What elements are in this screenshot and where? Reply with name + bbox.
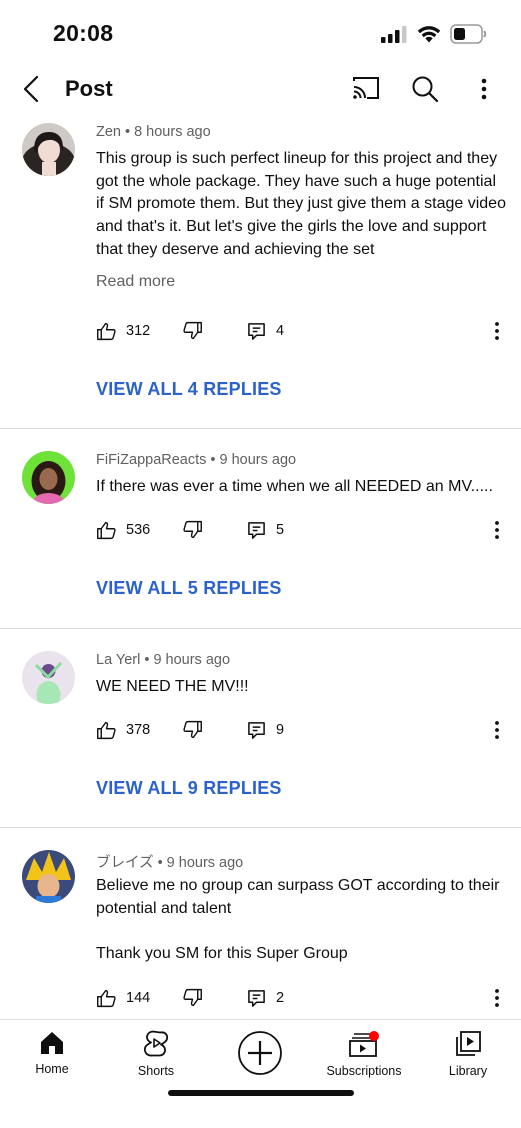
comment-meta: Zen • 8 hours ago: [96, 124, 211, 140]
read-more-link[interactable]: Read more: [96, 273, 175, 291]
reply-button[interactable]: 9: [247, 715, 284, 745]
create-plus-icon: [238, 1031, 282, 1075]
comment-actions: 312 4: [0, 316, 521, 346]
comment-author[interactable]: ブレイズ: [96, 855, 154, 871]
nav-home[interactable]: Home: [2, 1030, 102, 1090]
avatar[interactable]: [22, 123, 75, 176]
reply-comment-icon: [248, 322, 265, 340]
reply-comment-icon: [248, 721, 265, 739]
comment-text: This group is such perfect lineup for th…: [96, 150, 506, 258]
nav-label-library: Library: [448, 1064, 488, 1078]
reply-count: 9: [276, 722, 285, 738]
status-time: 20:08: [53, 20, 114, 46]
reply-count: 2: [276, 990, 285, 1006]
reply-comment-icon: [248, 989, 265, 1007]
like-button[interactable]: 312: [96, 316, 150, 346]
nav-label-home: Home: [35, 1062, 69, 1076]
like-button[interactable]: 144: [96, 983, 150, 1013]
cast-icon[interactable]: [351, 75, 381, 101]
comment-more-icon[interactable]: [488, 517, 506, 543]
more-vert-icon[interactable]: [472, 74, 496, 104]
comment-author[interactable]: Zen: [96, 124, 121, 140]
library-icon: [456, 1031, 481, 1056]
thumb-up-icon: [97, 989, 116, 1007]
comment-text: WE NEED THE MV!!!: [96, 678, 249, 695]
avatar[interactable]: [22, 651, 75, 704]
comment-text: If there was ever a time when we all NEE…: [96, 478, 493, 495]
comment-time: 8 hours ago: [134, 124, 211, 140]
comment-text: Believe me no group can surpass GOT acco…: [96, 877, 500, 917]
comment-more-icon[interactable]: [488, 318, 506, 344]
comment-meta: ブレイズ • 9 hours ago: [96, 855, 244, 871]
like-button[interactable]: 536: [96, 515, 150, 545]
nav-subscriptions[interactable]: Subscriptions: [314, 1030, 414, 1090]
divider: [0, 827, 521, 828]
cellular-signal-icon: [381, 26, 407, 43]
reply-comment-icon: [248, 521, 265, 539]
reply-count: 5: [276, 522, 285, 538]
nav-label-subscriptions: Subscriptions: [326, 1064, 402, 1078]
reply-count: 4: [276, 323, 285, 339]
comment-time: 9 hours ago: [153, 652, 231, 668]
bottom-navigation: Home Shorts Subscriptions Library: [0, 1019, 521, 1128]
page-title: Post: [65, 76, 113, 101]
like-count: 536: [126, 522, 151, 538]
comment-more-icon[interactable]: [488, 985, 506, 1011]
avatar[interactable]: [22, 850, 75, 903]
nav-shorts[interactable]: Shorts: [106, 1030, 206, 1090]
view-all-replies-link[interactable]: VIEW ALL 4 REPLIES: [96, 379, 282, 400]
thumb-down-icon[interactable]: [182, 519, 203, 540]
comment-actions: 378 9: [0, 715, 521, 745]
like-count: 312: [126, 323, 151, 339]
thumb-down-icon[interactable]: [182, 320, 203, 341]
comment-author[interactable]: FiFiZappaReacts: [96, 452, 206, 468]
comment-meta: FiFiZappaReacts • 9 hours ago: [96, 452, 297, 468]
comment-text-paragraph: Thank you SM for this Super Group: [96, 945, 348, 962]
divider: [0, 428, 521, 429]
reply-button[interactable]: 4: [247, 316, 284, 346]
thumb-up-icon: [97, 521, 116, 539]
nav-label-shorts: Shorts: [137, 1064, 175, 1078]
like-button[interactable]: 378: [96, 715, 150, 745]
comment-actions: 144 2: [0, 983, 521, 1013]
thumb-up-icon: [97, 721, 116, 739]
nav-library[interactable]: Library: [418, 1030, 518, 1090]
comment-time: 9 hours ago: [219, 452, 297, 468]
back-arrow-icon[interactable]: [18, 74, 46, 104]
avatar[interactable]: [22, 451, 75, 504]
comment-meta: La Yerl • 9 hours ago: [96, 652, 231, 668]
thumb-up-icon: [97, 322, 116, 340]
reply-button[interactable]: 2: [247, 983, 284, 1013]
view-all-replies-link[interactable]: VIEW ALL 5 REPLIES: [96, 578, 282, 599]
comment-actions: 536 5: [0, 515, 521, 545]
home-icon: [41, 1032, 63, 1054]
like-count: 378: [126, 722, 151, 738]
thumb-down-icon[interactable]: [182, 719, 203, 740]
comment-more-icon[interactable]: [488, 717, 506, 743]
shorts-icon: [143, 1030, 169, 1057]
home-indicator[interactable]: [168, 1090, 354, 1096]
reply-button[interactable]: 5: [247, 515, 284, 545]
battery-icon: [450, 24, 487, 44]
comment-time: 9 hours ago: [166, 855, 244, 871]
comment-author[interactable]: La Yerl: [96, 652, 140, 668]
wifi-icon: [417, 26, 441, 43]
search-icon[interactable]: [410, 74, 440, 104]
view-all-replies-link[interactable]: VIEW ALL 9 REPLIES: [96, 778, 282, 799]
status-bar: 20:08: [0, 0, 521, 64]
subscriptions-icon: [349, 1031, 379, 1057]
like-count: 144: [126, 990, 151, 1006]
thumb-down-icon[interactable]: [182, 987, 203, 1008]
nav-create[interactable]: [210, 1030, 310, 1090]
top-app-bar: Post: [0, 64, 521, 114]
divider: [0, 628, 521, 629]
